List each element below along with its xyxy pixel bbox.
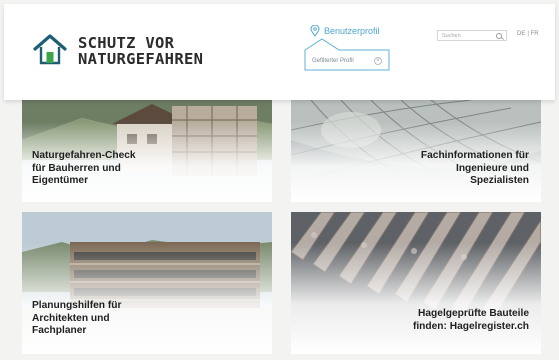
tile-fade [291,243,541,354]
tile-naturgefahren-check[interactable]: Naturgefahren-Check für Bauherren und Ei… [22,100,272,202]
search-input[interactable]: Suchen [437,30,507,41]
tile-planungshilfen[interactable]: Planungshilfen für Architekten und Fachp… [22,212,272,354]
profile-popover: Gefilterter Profil × [302,38,392,72]
tile-title-line: Fachplaner [32,325,87,336]
tile-title: Fachinformationen für Ingenieure und Spe… [421,150,529,188]
language-switch: DE | FR [517,31,539,37]
location-pin-icon [310,25,320,37]
tile-hagelregister[interactable]: Hagelgeprüfte Bauteile finden: Hagelregi… [291,212,541,354]
profile-label: Benutzerprofil [324,26,380,36]
site-header: SCHUTZ VOR NATURGEFAHREN Benutzerprofil … [4,4,555,100]
tile-title: Planungshilfen für Architekten und Fachp… [32,300,121,338]
brand-logo[interactable]: SCHUTZ VOR NATURGEFAHREN [32,28,222,78]
profile-field[interactable]: Gefilterter Profil × [309,55,385,67]
search-placeholder: Suchen [442,32,461,39]
clear-icon[interactable]: × [374,57,382,65]
tile-title-line: Eigentümer [32,175,89,186]
brand-line-2: NATURGEFAHREN [78,50,204,68]
brand-name: SCHUTZ VOR NATURGEFAHREN [78,35,203,67]
lang-fr[interactable]: FR [531,31,539,37]
tile-fachinformationen[interactable]: Fachinformationen für Ingenieure und Spe… [291,100,541,202]
tile-title-line: Ingenieure und [455,162,529,174]
brand-line-1: SCHUTZ VOR [78,34,175,52]
house-logo-icon [33,34,67,65]
tile-title-line: für Bauherren und [32,162,121,174]
tile-title-line: Planungshilfen für [32,300,122,311]
lang-de[interactable]: DE [517,31,525,37]
profile-field-text: Gefilterter Profil [312,58,354,64]
tile-title-line: Spezialisten [470,175,529,186]
tile-title: Hagelgeprüfte Bauteile finden: Hagelregi… [413,308,529,333]
tile-title: Naturgefahren-Check für Bauherren und Ei… [32,150,136,188]
tile-title-line: finden: Hagelregister.ch [412,320,529,332]
tile-title-line: Architekten und [32,312,110,324]
tile-title-line: Hagelgeprüfte Bauteile [418,308,529,319]
search-icon[interactable] [496,32,502,39]
tile-title-line: Fachinformationen für [420,150,529,161]
tile-title-line: Naturgefahren-Check [32,150,136,161]
user-profile-link[interactable]: Benutzerprofil [310,25,380,37]
